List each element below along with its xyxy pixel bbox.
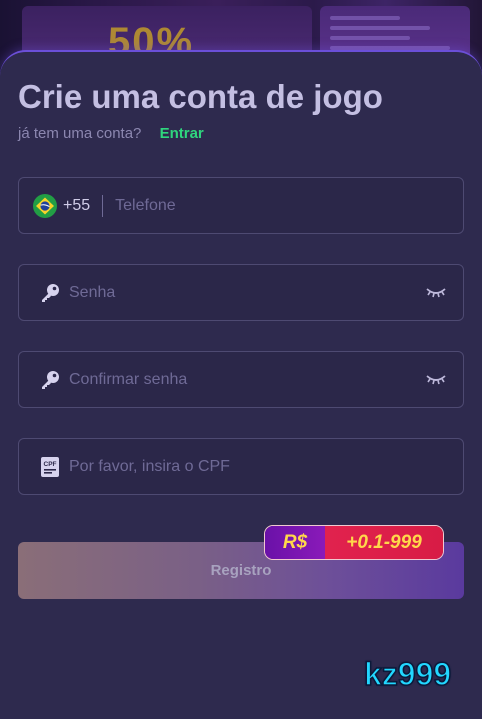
bonus-badge: R$ +0.1-999 — [264, 525, 444, 560]
phone-input[interactable] — [115, 178, 463, 233]
login-prompt: já tem uma conta? Entrar — [18, 125, 204, 142]
page-title: Crie uma conta de jogo — [18, 78, 383, 115]
confirm-password-field[interactable] — [18, 351, 464, 408]
bonus-currency: R$ — [265, 526, 325, 559]
country-code[interactable]: +55 — [63, 197, 90, 215]
password-input[interactable] — [69, 265, 425, 320]
cpf-icon-text: CPF — [44, 461, 57, 468]
password-field[interactable] — [18, 264, 464, 321]
brand-logo: kz999 — [363, 655, 452, 693]
bonus-amount: +0.1-999 — [325, 526, 443, 559]
key-icon — [39, 282, 61, 304]
field-divider — [102, 194, 104, 217]
eye-closed-icon[interactable] — [425, 286, 447, 300]
key-icon — [39, 369, 61, 391]
eye-closed-icon[interactable] — [425, 373, 447, 387]
cpf-input[interactable] — [69, 439, 463, 494]
brazil-flag-icon — [33, 193, 57, 218]
phone-field[interactable]: +55 — [18, 177, 464, 234]
confirm-password-input[interactable] — [69, 352, 425, 407]
cpf-card-icon: CPF — [39, 456, 61, 478]
login-link[interactable]: Entrar — [160, 125, 204, 142]
register-sheet: Crie uma conta de jogo já tem uma conta?… — [0, 50, 482, 719]
cpf-field[interactable]: CPF — [18, 438, 464, 495]
login-prompt-text: já tem uma conta? — [18, 125, 142, 142]
